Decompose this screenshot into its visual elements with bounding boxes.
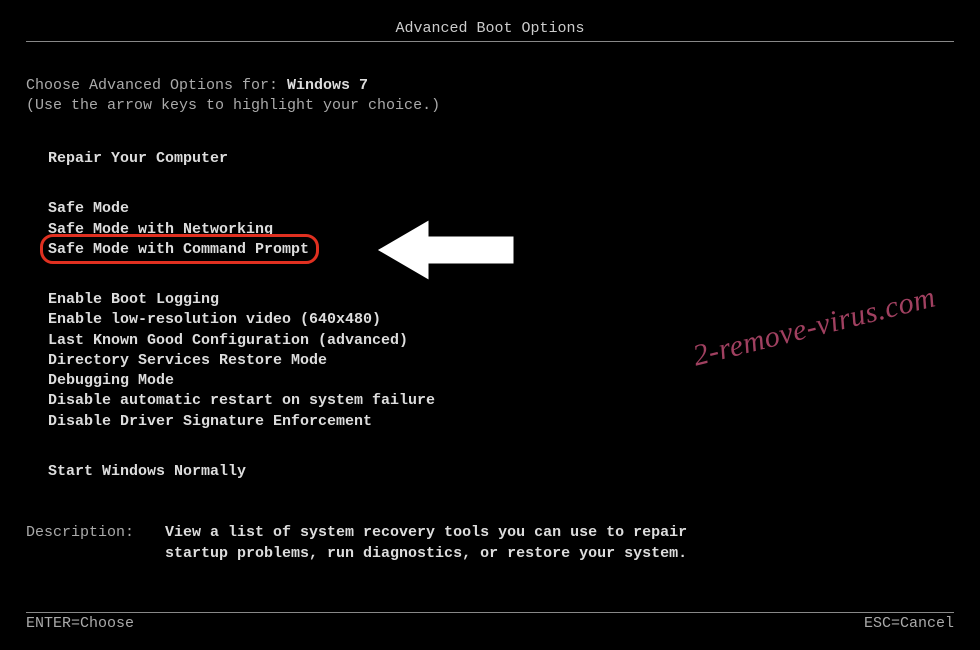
description-label: Description: xyxy=(26,522,156,543)
option-last-known-good[interactable]: Last Known Good Configuration (advanced) xyxy=(48,331,954,351)
description-text: View a list of system recovery tools you… xyxy=(165,522,725,564)
safe-mode-group: Safe Mode Safe Mode with Networking Safe… xyxy=(48,199,954,260)
option-boot-logging[interactable]: Enable Boot Logging xyxy=(48,290,954,310)
option-debugging-mode[interactable]: Debugging Mode xyxy=(48,371,954,391)
page-title: Advanced Boot Options xyxy=(395,20,584,37)
choose-prefix: Choose Advanced Options for: xyxy=(26,77,287,94)
esc-hint: ESC=Cancel xyxy=(864,615,954,632)
option-repair-computer[interactable]: Repair Your Computer xyxy=(48,149,954,169)
option-start-normally[interactable]: Start Windows Normally xyxy=(48,462,954,482)
option-low-res-video[interactable]: Enable low-resolution video (640x480) xyxy=(48,310,954,330)
highlighted-option-wrapper: Safe Mode with Command Prompt xyxy=(48,240,309,260)
instructions-block: Choose Advanced Options for: Windows 7 (… xyxy=(26,76,954,115)
repair-group: Repair Your Computer xyxy=(48,149,954,169)
option-disable-driver-sig[interactable]: Disable Driver Signature Enforcement xyxy=(48,412,954,432)
os-name: Windows 7 xyxy=(287,77,368,94)
description-section: Description: View a list of system recov… xyxy=(26,522,954,564)
title-bar: Advanced Boot Options xyxy=(26,20,954,42)
footer-bar: ENTER=Choose ESC=Cancel xyxy=(26,612,954,632)
enter-hint: ENTER=Choose xyxy=(26,615,134,632)
option-safe-mode[interactable]: Safe Mode xyxy=(48,199,954,219)
option-disable-auto-restart[interactable]: Disable automatic restart on system fail… xyxy=(48,391,954,411)
advanced-group: Enable Boot Logging Enable low-resolutio… xyxy=(48,290,954,432)
option-safe-mode-cmd[interactable]: Safe Mode with Command Prompt xyxy=(48,240,309,260)
normal-group: Start Windows Normally xyxy=(48,462,954,482)
option-ds-restore-mode[interactable]: Directory Services Restore Mode xyxy=(48,351,954,371)
option-safe-mode-networking[interactable]: Safe Mode with Networking xyxy=(48,220,954,240)
arrow-key-hint: (Use the arrow keys to highlight your ch… xyxy=(26,97,440,114)
